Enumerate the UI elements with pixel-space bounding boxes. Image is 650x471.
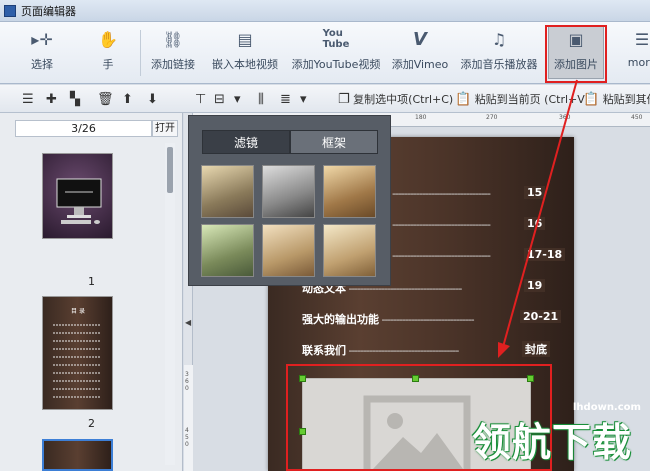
link-icon: ⛓	[162, 29, 184, 49]
monitor-illustration	[56, 178, 102, 224]
thumbnail-scrollbar[interactable]	[165, 143, 175, 465]
toc-leader: -------------------------------------	[346, 344, 459, 357]
toc-title: 强大的输出功能	[302, 313, 379, 326]
annotation-highlight-add-image	[545, 25, 607, 83]
window-title: 页面编辑器	[21, 4, 76, 18]
copy-label: 复制选中项(Ctrl+C)	[353, 93, 454, 106]
add-youtube-label: 添加YouTube视频	[291, 58, 381, 71]
toc-title: 联系我们	[302, 344, 346, 357]
thumbnail-number-2: 2	[88, 417, 95, 430]
toc-leader: ---------------------------------	[392, 187, 491, 200]
paste-other-icon: 📋	[583, 91, 600, 107]
toc-leader: ---------------------------------	[392, 218, 491, 231]
ruler-tick: 360	[185, 371, 189, 392]
toc-leader: ---------------------------------	[392, 249, 491, 262]
pointer-move-icon: ▸✛	[31, 29, 53, 49]
sub-toolbar: ☰ ✚ ▚ 🗑 ⬆ ⬇ ⊤ ⊟ ▾ ⫼ ≣ ▾ ❐ 复制选中项(Ctrl+C) …	[0, 85, 650, 113]
paste-icon: 📋	[455, 91, 472, 107]
collapse-left-icon[interactable]: ◀	[185, 318, 191, 327]
vertical-ruler: 360 450	[184, 365, 193, 471]
filter-thumb-vivid[interactable]	[323, 224, 376, 277]
filter-thumb-cool[interactable]	[201, 224, 254, 277]
ruler-tick: 360	[559, 114, 571, 121]
select-button[interactable]: ▸✛ 选择	[18, 26, 66, 80]
toc-page-number: 封底	[522, 341, 550, 357]
paste-other-button[interactable]: 📋 粘贴到其他	[583, 90, 650, 108]
toc-thumbnail-illustration: 目 录	[53, 307, 101, 398]
distribute-v-icon[interactable]: ≣	[280, 90, 291, 108]
more-label: more	[627, 56, 650, 69]
scrollbar-thumb[interactable]	[167, 147, 173, 193]
add-link-label: 添加链接	[151, 58, 195, 71]
paste-current-button[interactable]: 📋 粘贴到当前页 (Ctrl+V)	[455, 90, 589, 108]
copy-selected-button[interactable]: ❐ 复制选中项(Ctrl+C)	[338, 90, 453, 108]
duplicate-page-icon[interactable]: ▚	[70, 90, 80, 108]
add-link-button[interactable]: ⛓ 添加链接	[148, 26, 198, 80]
svg-text:目 录: 目 录	[71, 307, 85, 315]
title-bar: 页面编辑器	[0, 0, 650, 22]
toc-page-number: 20-21	[520, 310, 562, 323]
app-icon	[4, 4, 16, 17]
add-page-icon[interactable]: ✚	[46, 90, 57, 108]
filter-popup: 滤镜 框架	[188, 115, 391, 286]
size-dropdown-icon[interactable]: ▾	[300, 90, 307, 108]
delete-page-icon[interactable]: 🗑	[97, 90, 114, 108]
toc-row-5[interactable]: 强大的输出功能 -------------------------------	[302, 311, 475, 327]
ruler-tick: 180	[415, 114, 427, 121]
ruler-tick: 270	[486, 114, 498, 121]
page-indicator[interactable]: 3/26	[15, 120, 152, 137]
youtube-icon: You Tube	[322, 28, 350, 50]
paste-other-label: 粘贴到其他	[602, 93, 650, 106]
vimeo-icon: V	[413, 28, 427, 50]
page-thumbnail-1[interactable]	[42, 153, 113, 239]
align-middle-icon[interactable]: ⊟	[214, 90, 225, 108]
align-top-icon[interactable]: ⊤	[195, 90, 206, 108]
filter-thumb-warm[interactable]	[323, 165, 376, 218]
page-thumbnail-panel: 3/26 打开 1 目 录 2	[0, 113, 183, 471]
toc-row-6[interactable]: 联系我们 -----------------------------------…	[302, 342, 459, 358]
add-vimeo-button[interactable]: V 添加Vimeo	[391, 26, 449, 80]
filter-thumb-grayscale[interactable]	[262, 165, 315, 218]
add-music-player-button[interactable]: ♫ 添加音乐播放器	[458, 26, 540, 80]
hand-button[interactable]: ✋ 手	[84, 26, 132, 80]
ruler-tick: 450	[631, 114, 643, 121]
hand-icon: ✋	[98, 29, 118, 49]
move-down-icon[interactable]: ⬇	[147, 90, 158, 108]
distribute-icon[interactable]: ⫼	[258, 90, 264, 108]
watermark-text: 领航下载	[472, 421, 633, 466]
page-thumbnail-2[interactable]: 目 录	[42, 296, 113, 410]
select-label: 选择	[31, 58, 53, 71]
toc-page-number: 17-18	[524, 248, 566, 261]
tab-frame[interactable]: 框架	[290, 130, 378, 154]
move-up-icon[interactable]: ⬆	[122, 90, 133, 108]
list-view-icon[interactable]: ☰	[22, 90, 34, 108]
more-icon: ☰	[634, 29, 650, 49]
align-dropdown-icon[interactable]: ▾	[234, 90, 241, 108]
popup-tabs: 滤镜 框架	[202, 130, 378, 154]
tab-filter[interactable]: 滤镜	[202, 130, 290, 154]
add-youtube-button[interactable]: You Tube 添加YouTube视频	[290, 26, 382, 80]
add-music-label: 添加音乐播放器	[460, 58, 538, 71]
filter-thumb-original[interactable]	[201, 165, 254, 218]
thumbnail-number-1: 1	[88, 275, 95, 288]
embed-local-video-button[interactable]: ▤ 嵌入本地视频	[210, 26, 280, 80]
page-thumbnail-3-selected[interactable]	[42, 439, 113, 471]
toc-page-number: 16	[524, 217, 546, 230]
paste-label: 粘贴到当前页 (Ctrl+V)	[474, 93, 590, 106]
toc-leader: -------------------------------	[379, 313, 474, 326]
hand-label: 手	[102, 58, 114, 71]
add-vimeo-label: 添加Vimeo	[391, 58, 449, 71]
copy-icon: ❐	[338, 91, 350, 107]
music-note-icon: ♫	[491, 29, 507, 49]
filter-thumb-vintage[interactable]	[262, 224, 315, 277]
film-icon: ▤	[237, 29, 253, 49]
toc-page-number: 15	[524, 186, 546, 199]
embed-video-label: 嵌入本地视频	[212, 58, 278, 71]
toc-page-number: 19	[524, 279, 546, 292]
open-button[interactable]: 打开	[152, 120, 178, 137]
more-button[interactable]: ☰ more	[622, 26, 650, 80]
ruler-tick: 450	[185, 427, 189, 448]
ribbon-divider	[140, 30, 141, 76]
